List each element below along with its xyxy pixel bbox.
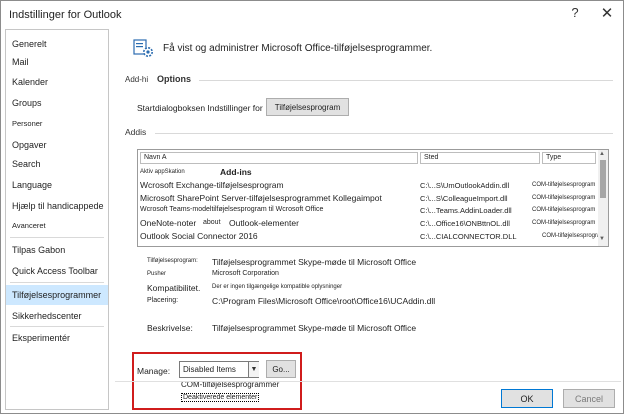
startup-label: Startdialogboksen Indstillinger for: [137, 103, 263, 113]
go-button[interactable]: Go...: [266, 360, 296, 378]
sidebar-item-experiment[interactable]: Eksperimentér: [6, 328, 108, 348]
title-bar: Indstillinger for Outlook ? ✕: [1, 1, 623, 29]
sidebar-divider: [10, 237, 104, 238]
chevron-down-icon[interactable]: ▼: [248, 362, 259, 377]
manage-select-value: Disabled Items: [183, 365, 236, 374]
detail-location-value: C:\Program Files\Microsoft Office\root\O…: [212, 296, 436, 306]
options-dialog: Indstillinger for Outlook ? ✕ Generelt M…: [0, 0, 624, 414]
close-icon[interactable]: ✕: [598, 4, 616, 22]
manage-select[interactable]: Disabled Items ▼: [179, 361, 259, 378]
window-title: Indstillinger for Outlook: [9, 9, 122, 21]
addin-row-location: C:\...Teams.AddinLoader.dll: [420, 206, 512, 215]
addin-options-button[interactable]: Tilføjelsesprogram: [266, 98, 349, 116]
scroll-down-icon[interactable]: ▼: [599, 236, 605, 242]
manage-dropdown-list[interactable]: COM-tilføjelsesprogrammer Deaktiverede e…: [179, 378, 279, 408]
detail-description-label: Beskrivelse:: [147, 323, 193, 333]
column-header-type[interactable]: Type: [542, 152, 596, 164]
sidebar-divider: [10, 326, 104, 327]
scroll-thumb[interactable]: [600, 160, 606, 198]
addins-list[interactable]: Navn A Sted Type Aktiv appSkation Add-in…: [137, 149, 609, 247]
manage-option-highlighted[interactable]: Deaktiverede elementer: [181, 393, 260, 402]
section-divider: [199, 80, 613, 81]
scroll-up-icon[interactable]: ▲: [599, 151, 605, 157]
addins-gear-icon: [133, 39, 153, 57]
addin-row-location: C:\...S\ColleagueImport.dll: [420, 194, 508, 203]
addin-row-type: COM-tilføjelsesprogram: [542, 233, 606, 239]
sidebar-divider: [10, 282, 104, 283]
sidebar-item-advanced[interactable]: Avanceret: [6, 216, 108, 236]
sidebar-item-trust-center[interactable]: Sikkerhedscenter: [6, 306, 108, 326]
sidebar-item-addins[interactable]: Tilføjelsesprogrammer: [6, 285, 108, 305]
sidebar-item-general[interactable]: Generelt: [6, 34, 108, 54]
ok-button[interactable]: OK: [501, 389, 553, 408]
detail-description-value: Tilføjelsesprogrammet Skype-møde til Mic…: [212, 323, 417, 333]
panel-header: Få vist og administrer Microsoft Office-…: [163, 43, 433, 54]
sidebar-item-quick-access-toolbar[interactable]: Quick Access Toolbar: [6, 261, 108, 281]
sidebar: Generelt Mail Kalender Groups Personer O…: [5, 29, 109, 410]
detail-location-label: Placering:: [147, 297, 179, 304]
detail-compatibility-value: Der er ingen tilgængelige kompatible opl…: [212, 284, 343, 290]
addin-row-type: COM-tilføjelsesprogram: [532, 195, 596, 201]
detail-publisher-label: Pusher: [147, 271, 167, 277]
addin-options-heading: Options: [157, 74, 191, 84]
addins-section-heading: Addis: [125, 127, 147, 137]
addin-row-name-mid: about: [203, 219, 221, 226]
sidebar-item-search[interactable]: Search: [6, 154, 108, 174]
addin-row-location: C:\...CIALCONNECTOR.DLL: [420, 232, 517, 241]
addin-row-type: COM-tilføjelsesprogram: [532, 182, 596, 188]
sidebar-item-groups[interactable]: Groups: [6, 93, 108, 113]
manage-label: Manage:: [137, 366, 171, 376]
column-header-location[interactable]: Sted: [420, 152, 540, 164]
addin-row-location: C:\...S\UmOutlookAddin.dll: [420, 181, 510, 190]
sidebar-item-calendar[interactable]: Kalender: [6, 72, 108, 92]
addin-row-location: C:\...Office16\ONBttnOL.dll: [420, 219, 510, 228]
detail-publisher-value: Microsoft Corporation: [212, 270, 279, 277]
column-header-name[interactable]: Navn A: [140, 152, 418, 164]
list-group-prefix: Aktiv appSkation: [140, 169, 185, 175]
cancel-button[interactable]: Cancel: [563, 389, 615, 408]
sidebar-item-customize-ribbon[interactable]: Tilpas Gabon: [6, 240, 108, 260]
list-group-heading: Add-ins: [220, 167, 252, 177]
addin-row-name-suffix: Outlook-elementer: [229, 218, 299, 228]
sidebar-item-mail[interactable]: Mail: [6, 52, 108, 72]
addin-row-name[interactable]: Microsoft SharePoint Server-tilføjelsesp…: [140, 193, 382, 203]
addin-row-name[interactable]: Outlook Social Connector 2016: [140, 231, 258, 241]
sidebar-item-accessibility[interactable]: Hjælp til handicappede: [6, 196, 108, 216]
detail-addin-label: Tilføjelsesprogram:: [147, 258, 198, 264]
addin-row-type: COM-tilføjelsesprogram: [532, 220, 596, 226]
section-divider: [155, 133, 613, 134]
sidebar-item-people[interactable]: Personer: [6, 114, 108, 134]
list-scrollbar[interactable]: ▲ ▼: [598, 150, 608, 246]
addin-options-prefix: Add-hi: [125, 75, 149, 84]
footer-divider: [115, 381, 621, 382]
addin-row-name-prefix[interactable]: OneNote-noter: [140, 218, 196, 228]
detail-addin-value: Tilføjelsesprogrammet Skype-møde til Mic…: [212, 257, 417, 267]
addins-panel: Få vist og administrer Microsoft Office-…: [119, 29, 617, 410]
addin-row-name[interactable]: Wcrosoft Exchange-tilføjelsesprogram: [140, 180, 284, 190]
addin-row-type: COM-tilføjelsesprogram: [532, 207, 596, 213]
detail-compatibility-label: Kompatibilitet.: [147, 283, 201, 293]
sidebar-item-tasks[interactable]: Opgaver: [6, 135, 108, 155]
help-icon[interactable]: ?: [567, 5, 583, 20]
sidebar-item-language[interactable]: Language: [6, 175, 108, 195]
addin-row-name[interactable]: Wcrosoft Teams-modeltilføjelsesprogram t…: [140, 206, 323, 213]
